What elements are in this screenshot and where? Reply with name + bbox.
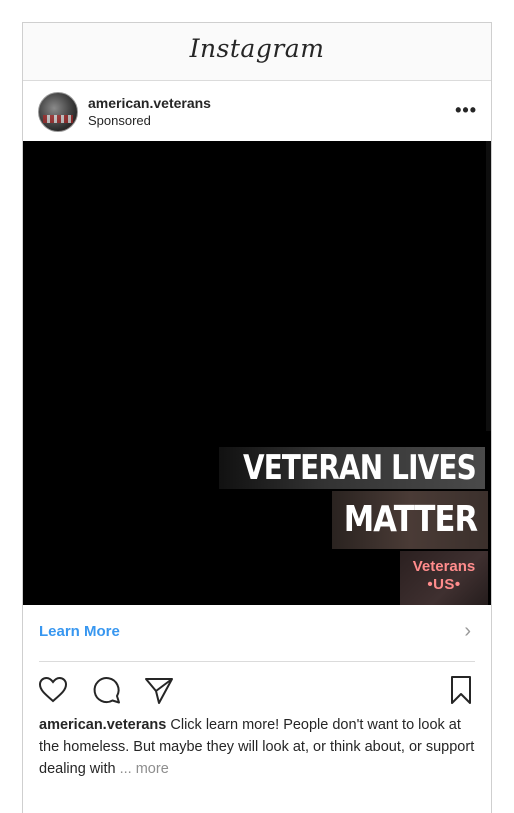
sponsored-label: Sponsored bbox=[88, 113, 151, 128]
learn-more-bar[interactable]: Learn More › bbox=[23, 605, 491, 661]
caption-more-link[interactable]: ... more bbox=[120, 761, 169, 777]
instagram-logo[interactable]: Instagram bbox=[23, 34, 491, 63]
avatar[interactable] bbox=[38, 92, 78, 132]
post-media[interactable]: VETERAN LIVES MATTER Veterans •US• bbox=[23, 141, 491, 605]
divider bbox=[39, 661, 475, 662]
post-caption: american.veterans Click learn more! Peop… bbox=[39, 714, 479, 780]
share-icon[interactable] bbox=[143, 674, 175, 706]
media-headline-line2: MATTER bbox=[332, 491, 488, 549]
comment-icon[interactable] bbox=[91, 674, 123, 706]
heart-icon[interactable] bbox=[37, 674, 69, 706]
more-options-icon[interactable]: ••• bbox=[455, 100, 477, 121]
action-bar bbox=[23, 668, 491, 714]
bookmark-icon[interactable] bbox=[445, 674, 477, 706]
app-header: Instagram bbox=[23, 23, 491, 81]
chevron-right-icon: › bbox=[464, 620, 471, 642]
media-headline-line1: VETERAN LIVES bbox=[219, 447, 485, 489]
learn-more-link[interactable]: Learn More bbox=[39, 623, 120, 640]
caption-username[interactable]: american.veterans bbox=[39, 717, 166, 733]
phone-frame: Instagram american.veterans Sponsored ••… bbox=[22, 22, 492, 813]
post-header: american.veterans Sponsored ••• bbox=[23, 81, 491, 141]
post-username[interactable]: american.veterans bbox=[88, 95, 211, 111]
veterans-us-badge: Veterans •US• bbox=[400, 551, 488, 605]
